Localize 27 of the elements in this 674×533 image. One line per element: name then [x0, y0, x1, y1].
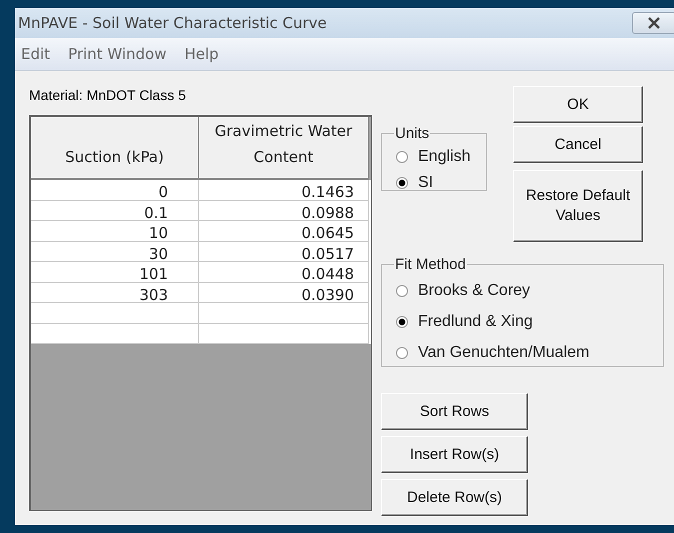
radio-button[interactable] [396, 316, 408, 328]
dialog-button[interactable]: Cancel [513, 126, 643, 163]
radio-option[interactable]: SI [396, 170, 478, 196]
column-header[interactable]: Gravimetric Water Content [199, 117, 369, 180]
material-label: Material: MnDOT Class 5 [29, 87, 187, 103]
group-title: Units [394, 125, 430, 142]
close-button[interactable] [632, 12, 674, 34]
radio-button[interactable] [396, 177, 408, 189]
radio-option[interactable]: Fredlund & Xing [396, 306, 655, 337]
window-title: MnPAVE - Soil Water Characteristic Curve [18, 14, 327, 32]
row-action-button[interactable]: Insert Row(s) [381, 436, 528, 473]
radio-option[interactable]: Brooks & Corey [396, 275, 655, 306]
menu-item[interactable]: Print Window [68, 45, 166, 63]
radio-option[interactable]: English [396, 144, 478, 170]
row-action-button[interactable]: Delete Row(s) [381, 479, 528, 516]
radio-button[interactable] [396, 346, 408, 358]
radio-option[interactable]: Van Genuchten/Mualem [396, 337, 655, 368]
menu-item[interactable]: Help [184, 45, 219, 63]
radio-button[interactable] [396, 151, 408, 163]
radio-button[interactable] [396, 284, 408, 296]
row-action-button[interactable]: Sort Rows [381, 393, 528, 430]
dialog-button[interactable]: Restore Default Values [513, 170, 643, 242]
column-header[interactable]: Suction (kPa) [31, 117, 199, 180]
group-title: Fit Method [394, 256, 467, 273]
menu-item[interactable]: Edit [21, 45, 50, 63]
dialog-button[interactable]: OK [513, 86, 643, 123]
close-icon [647, 17, 661, 29]
